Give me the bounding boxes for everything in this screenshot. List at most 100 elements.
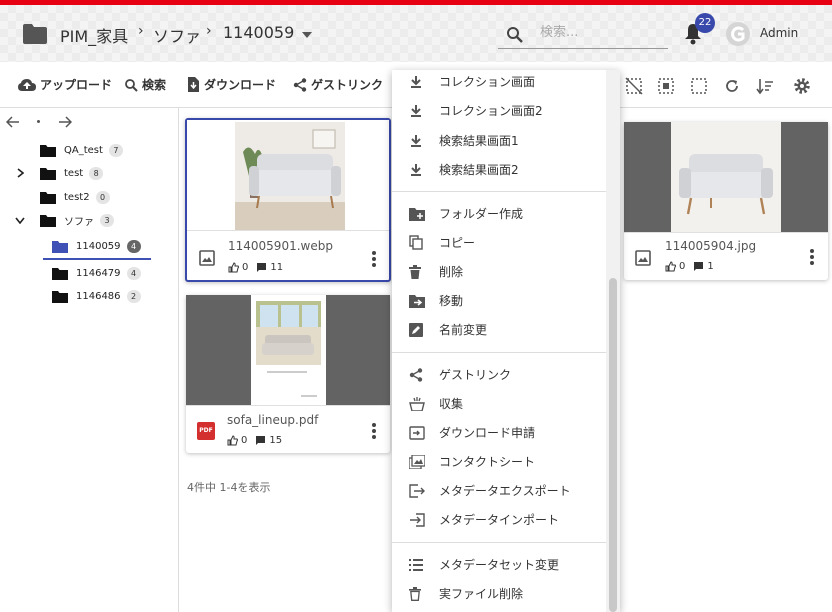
export-icon	[409, 483, 425, 498]
copy-icon	[409, 235, 423, 250]
asset-thumbnail[interactable]	[186, 295, 390, 405]
comment-icon[interactable]	[255, 435, 266, 446]
tree-item-qa-test[interactable]: QA_test 7	[40, 144, 123, 157]
back-arrow-icon[interactable]	[6, 116, 20, 128]
breadcrumb-sofa[interactable]: ソファ	[153, 23, 201, 47]
download-icon	[411, 134, 421, 147]
guestlink-button[interactable]: ゲストリンク	[293, 76, 383, 93]
select-all-icon[interactable]	[657, 77, 675, 95]
list-icon	[409, 558, 423, 571]
menu-item-metadata-set-change[interactable]: メタデータセット変更	[392, 550, 606, 579]
folder-icon	[23, 24, 47, 44]
menu-item-search-result-2[interactable]: 検索結果画面2	[392, 155, 606, 184]
trash-outline-icon	[409, 586, 421, 601]
like-count: 0	[242, 262, 249, 273]
menu-item-delete-real-file[interactable]: 実ファイル削除	[392, 579, 606, 608]
menu-item-collect[interactable]: 収集	[392, 389, 606, 418]
forward-arrow-icon[interactable]	[58, 116, 72, 128]
menu-item-create-folder[interactable]: フォルダー作成	[392, 199, 606, 228]
card-divider	[187, 230, 389, 231]
tree-item-sofa[interactable]: ソファ 3	[40, 213, 114, 228]
tree-item-1140059-selected[interactable]: 1140059 4	[52, 240, 141, 253]
more-menu-icon[interactable]	[810, 249, 814, 267]
search-icon[interactable]	[506, 26, 523, 43]
menu-scrollbar-thumb[interactable]	[609, 278, 617, 612]
search-label: 検索	[142, 78, 167, 92]
search-button[interactable]: 検索	[124, 76, 166, 93]
menu-item-metadata-export[interactable]: メタデータエクスポート	[392, 476, 606, 505]
tree-item-test2[interactable]: test2 0	[40, 191, 110, 204]
deselect-icon[interactable]	[625, 77, 643, 95]
menu-item-guestlink[interactable]: ゲストリンク	[392, 360, 606, 389]
menu-item-label: ゲストリンク	[439, 368, 512, 382]
folder-icon	[52, 291, 68, 303]
menu-item-rename[interactable]: 名前変更	[392, 315, 606, 344]
tree-item-test[interactable]: test 8	[40, 167, 104, 180]
menu-item-label: 実ファイル削除	[439, 587, 524, 601]
download-icon	[411, 104, 421, 117]
folder-icon	[52, 268, 68, 280]
gear-icon[interactable]	[793, 77, 811, 95]
tree-item-label: 1140059	[76, 241, 121, 252]
create-folder-icon	[409, 207, 425, 221]
asset-filename[interactable]: 114005904.jpg	[665, 239, 756, 253]
thumbs-up-icon[interactable]	[228, 262, 239, 273]
asset-thumbnail[interactable]	[187, 120, 389, 230]
menu-item-delete[interactable]: 削除	[392, 257, 606, 286]
upload-button[interactable]: アップロード	[18, 76, 112, 93]
search-input[interactable]	[540, 25, 660, 40]
caret-down-icon[interactable]	[302, 32, 312, 38]
menu-item-contact-sheet[interactable]: コンタクトシート	[392, 447, 606, 476]
menu-item-download-request[interactable]: ダウンロード申請	[392, 418, 606, 447]
menu-item-label: 検索結果画面1	[439, 134, 519, 148]
comment-icon[interactable]	[256, 262, 267, 273]
menu-divider	[392, 352, 606, 353]
move-folder-icon	[409, 294, 425, 308]
sort-icon[interactable]	[756, 77, 774, 95]
search-box	[498, 22, 668, 49]
more-menu-icon[interactable]	[372, 423, 376, 441]
asset-filename[interactable]: sofa_lineup.pdf	[227, 413, 318, 427]
menu-item-label: 名前変更	[439, 323, 488, 337]
more-menu-icon[interactable]	[372, 251, 376, 269]
pdf-icon: PDF	[197, 422, 215, 440]
collapse-arrow-icon[interactable]	[15, 217, 25, 224]
asset-card[interactable]: 114005904.jpg 0 1	[624, 122, 828, 280]
menu-item-copy[interactable]: コピー	[392, 228, 606, 257]
user-name[interactable]: Admin	[760, 26, 798, 40]
asset-card[interactable]: PDF sofa_lineup.pdf 0 15	[186, 295, 390, 453]
breadcrumb-root[interactable]: PIM_家具	[60, 23, 128, 47]
tree-item-1146479[interactable]: 1146479 4	[52, 267, 141, 280]
menu-item-label: フォルダー作成	[439, 207, 524, 221]
download-icon	[411, 163, 421, 176]
menu-item-collection-1[interactable]: コレクション画面	[392, 70, 606, 96]
menu-item-collection-2[interactable]: コレクション画面2	[392, 96, 606, 125]
breadcrumb-current[interactable]: 1140059	[223, 23, 294, 42]
menu-item-metadata-import[interactable]: メタデータインポート	[392, 505, 606, 534]
refresh-icon[interactable]	[723, 77, 741, 95]
comment-icon[interactable]	[693, 261, 704, 272]
home-dot[interactable]	[37, 120, 40, 123]
menu-item-search-result-1[interactable]: 検索結果画面1	[392, 126, 606, 155]
menu-item-move[interactable]: 移動	[392, 286, 606, 315]
menu-item-label: コレクション画面	[439, 75, 536, 89]
menu-scrollbar[interactable]	[606, 70, 620, 612]
sofa-photo	[235, 122, 345, 230]
avatar[interactable]	[725, 21, 751, 47]
asset-card[interactable]: 114005901.webp 0 11	[185, 118, 391, 282]
download-button[interactable]: ダウンロード	[187, 76, 276, 93]
expand-arrow-icon[interactable]	[17, 168, 24, 178]
asset-filename[interactable]: 114005901.webp	[228, 239, 333, 253]
thumbs-up-icon[interactable]	[665, 261, 676, 272]
sofa-photo	[671, 122, 781, 232]
tree-item-1146486[interactable]: 1146486 2	[52, 290, 141, 303]
item-count-badge: 4	[126, 240, 141, 253]
asset-stats: 0 15	[227, 435, 282, 446]
asset-thumbnail[interactable]	[624, 122, 828, 232]
select-box-icon[interactable]	[690, 77, 708, 95]
file-download-icon	[188, 77, 199, 92]
item-count-badge: 2	[126, 290, 141, 303]
menu-item-label: 収集	[439, 397, 464, 411]
thumbs-up-icon[interactable]	[227, 435, 238, 446]
menu-item-label: コレクション画面2	[439, 104, 543, 118]
